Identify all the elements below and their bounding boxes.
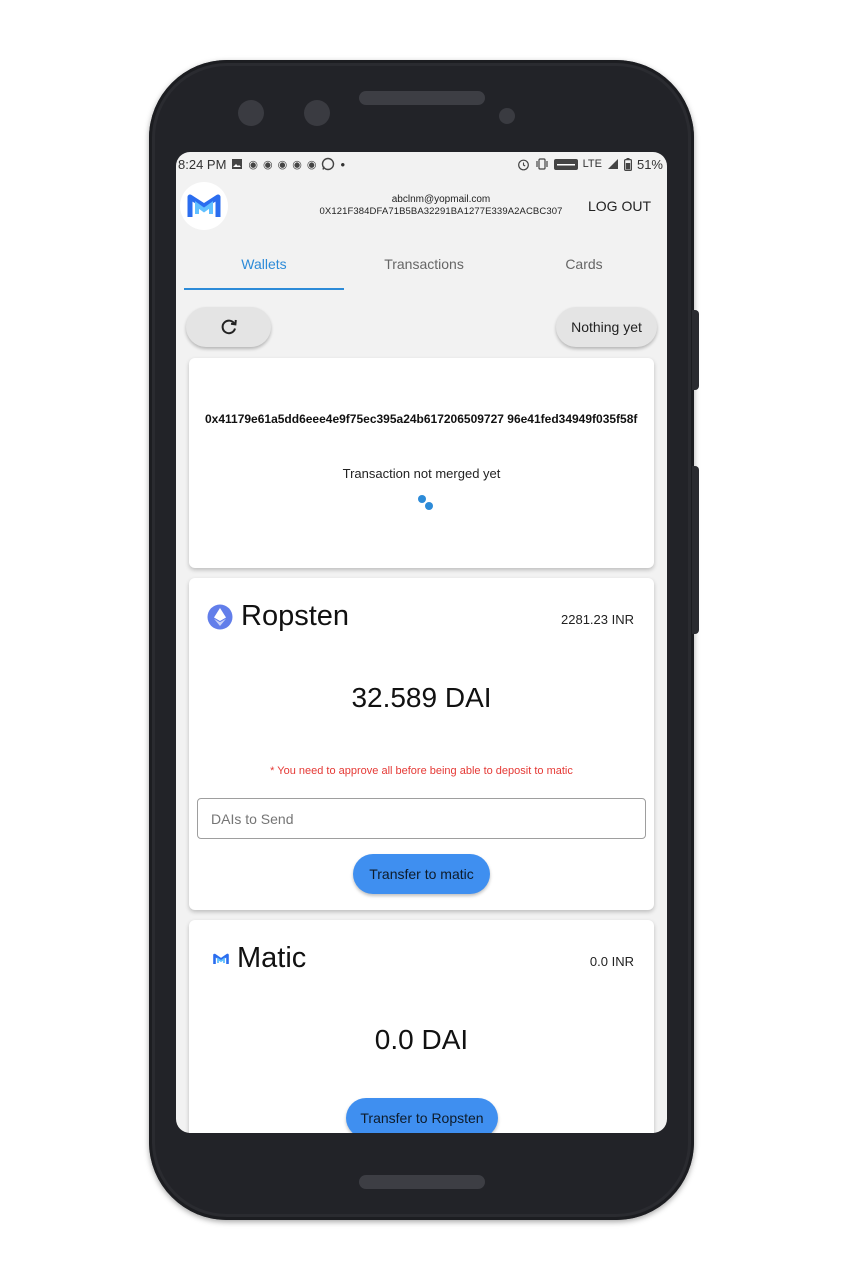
volte-icon [553,158,578,170]
account-address: 0X121F384DFA71B5BA32291BA1277E339A2ACBC3… [319,206,563,217]
matic-header: Matic [213,942,306,975]
power-button [692,310,699,390]
transfer-to-ropsten-button[interactable]: Transfer to Ropsten [346,1098,498,1133]
status-dot: • [340,156,346,172]
transaction-status: Transaction not merged yet [342,466,501,481]
network-type: LTE [582,158,602,170]
refresh-button[interactable] [186,307,271,347]
matic-name: Matic [237,942,307,974]
pending-transaction-card: 0x41179e61a5dd6eee4e9f75ec395a24b6172065… [189,358,654,568]
nothing-yet-button[interactable]: Nothing yet [556,307,657,347]
ropsten-name: Ropsten [241,600,350,632]
battery-icon [623,157,632,171]
front-camera [304,100,330,126]
app-screen: 8:24 PM ◉ ◉ ◉ ◉ ◉ • LTE 51% abclnm@yopma… [176,152,667,1133]
gallery-icon [232,159,243,169]
dai-amount-input[interactable] [197,798,646,839]
alarm-icon [517,159,529,170]
matic-logo-icon [187,194,221,217]
ethereum-icon [207,604,233,629]
matic-balance: 0.0 DAI [374,1024,469,1055]
status-time: 8:24 PM [178,156,227,172]
volume-button [692,466,699,634]
front-sensor [238,100,264,126]
matic-wallet-card: Matic 0.0 INR 0.0 DAI Transfer to Ropste… [189,920,654,1133]
tab-cards[interactable]: Cards [504,238,664,290]
discord-icon: ◉ [292,158,302,171]
status-bar: 8:24 PM ◉ ◉ ◉ ◉ ◉ • LTE 51% [176,152,667,176]
discord-icon: ◉ [277,158,288,171]
account-email: abclnm@yopmail.com [391,194,491,205]
ropsten-wallet-card: Ropsten 2281.23 INR 32.589 DAI * You nee… [189,578,654,910]
logout-button[interactable]: LOG OUT [588,198,651,214]
loading-spinner-icon [417,494,437,514]
earpiece-speaker [359,91,485,105]
transfer-to-matic-button[interactable]: Transfer to matic [353,854,490,894]
transaction-hash: 0x41179e61a5dd6eee4e9f75ec395a24b6172065… [205,412,638,426]
matic-icon [213,953,229,964]
refresh-icon [221,319,237,335]
matic-inr-value: 0.0 INR [589,954,634,969]
ropsten-balance: 32.589 DAI [351,682,492,713]
discord-icon: ◉ [306,158,317,171]
discord-icon: ◉ [248,158,259,171]
whatsapp-icon [322,157,335,171]
approve-warning: * You need to approve all before being a… [270,765,573,777]
matic-logo [180,182,228,230]
tab-transactions[interactable]: Transactions [344,238,504,290]
ropsten-inr-value: 2281.23 INR [561,612,634,627]
signal-icon [607,159,618,169]
vibrate-icon [536,158,548,170]
proximity-sensor [499,108,515,124]
tab-wallets[interactable]: Wallets [184,238,344,290]
bottom-speaker [359,1175,485,1189]
tab-bar: Wallets Transactions Cards [184,238,664,290]
account-info: abclnm@yopmail.com 0X121F384DFA71B5BA322… [296,194,586,218]
discord-icon: ◉ [263,158,273,171]
battery-percent: 51% [636,156,663,172]
ropsten-header: Ropsten [207,600,349,633]
